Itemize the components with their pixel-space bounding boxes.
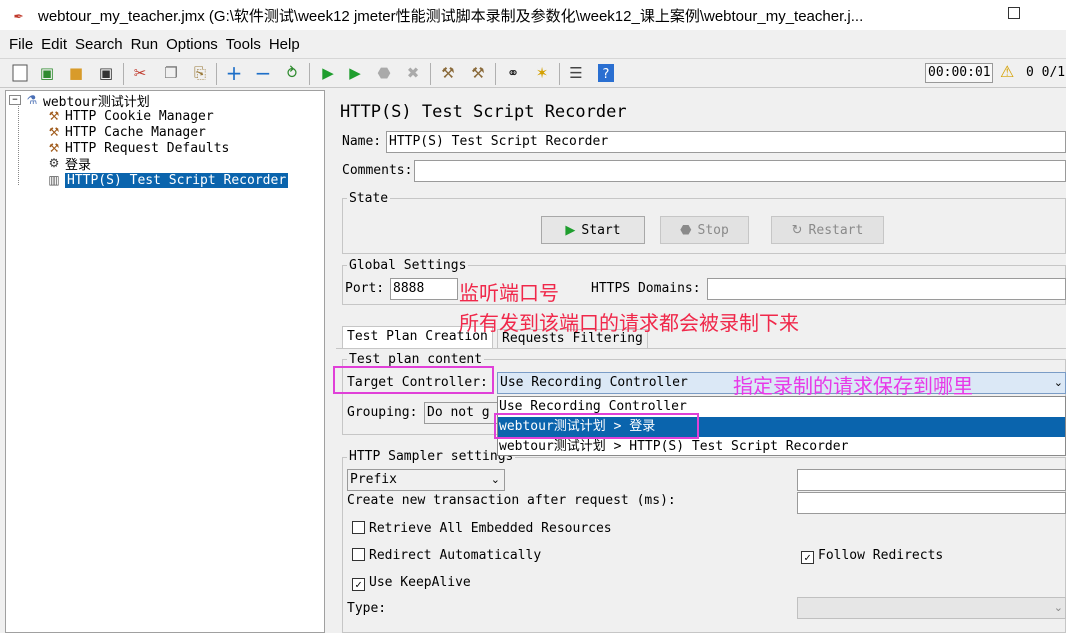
chevron-down-icon: ⌄ [1053,601,1063,614]
start-no-pause-icon[interactable]: ▶ [345,63,365,83]
type-label: Type: [347,601,387,616]
sampler-settings-label: HTTP Sampler settings [347,449,516,464]
warning-icon[interactable]: ⚠ [1000,62,1014,81]
test-plan-content-label: Test plan content [347,352,485,367]
checkbox-unchecked [352,521,365,534]
toolbar: ▣ ■ ▣ ✂ ❐ ⎘ + − ⥁ ▶ ▶ ⬣ ✖ ⚒ ⚒ ⚭ ✶ ☰ ? 00… [0,58,1066,88]
tree-item-recorder[interactable]: ▥ HTTP(S) Test Script Recorder [46,172,289,188]
clear-icon[interactable]: ⚒ [438,63,458,83]
checkbox-unchecked [352,548,365,561]
type-select[interactable]: ⌄ [797,597,1066,619]
follow-redirects-checkbox[interactable]: ✓ Follow Redirects [801,548,943,564]
elapsed-timer: 00:00:01 [925,63,993,83]
gear-icon: ⚙ [48,156,60,170]
tools-icon: ⚒ [48,109,60,123]
prefix-field[interactable] [797,469,1066,491]
grouping-select[interactable]: Do not g [424,402,498,424]
play-icon: ▶ [565,222,576,238]
save-icon[interactable]: ▣ [96,63,116,83]
https-domains-field[interactable] [707,278,1066,300]
tree-item-cache-manager[interactable]: ⚒ HTTP Cache Manager [46,124,206,140]
shutdown-icon[interactable]: ✖ [403,63,423,83]
copy-icon[interactable]: ❐ [161,63,181,83]
stop-icon: ⬣ [680,222,692,238]
chevron-down-icon: ⌄ [1053,376,1063,389]
port-label: Port: [345,281,385,296]
redirect-automatically-checkbox[interactable]: Redirect Automatically [352,548,541,563]
function-helper-icon[interactable]: ☰ [566,63,586,83]
splitter[interactable] [328,90,334,633]
tools-icon: ⚒ [48,125,60,139]
svg-text:?: ? [603,67,610,82]
clear-all-icon[interactable]: ⚒ [468,63,488,83]
jmeter-feather-icon: ✒ [14,6,24,24]
port-annotation: 监听端口号 [459,281,559,305]
menu-run[interactable]: Run [127,36,163,53]
menu-search[interactable]: Search [71,36,127,53]
search-icon[interactable]: ⚭ [503,63,523,83]
maximize-button[interactable] [1008,7,1020,19]
port-annotation-detail: 所有发到该端口的请求都会被录制下来 [459,311,799,335]
menu-bar: File Edit Search Run Options Tools Help [0,32,304,56]
menu-help[interactable]: Help [265,36,304,53]
reset-search-icon[interactable]: ✶ [532,63,552,83]
stop-icon[interactable]: ⬣ [374,63,394,83]
chevron-down-icon: ⌄ [490,473,500,486]
name-label: Name: [342,134,382,149]
name-field[interactable]: HTTP(S) Test Script Recorder [386,131,1066,153]
test-plan-tree: − ⚗ webtour测试计划 ⚒ HTTP Cookie Manager ⚒ … [5,90,325,633]
comments-label: Comments: [342,163,413,178]
templates-icon[interactable]: ▣ [37,63,57,83]
window-title: webtour_my_teacher.jmx (G:\软件测试\week12 j… [38,7,864,25]
tree-item-cookie-manager[interactable]: ⚒ HTTP Cookie Manager [46,108,214,124]
tree-item-login[interactable]: ⚙ 登录 [46,155,91,173]
menu-file[interactable]: File [0,36,37,53]
restart-icon: ↻ [791,222,803,238]
keepalive-checkbox[interactable]: ✓ Use KeepAlive [352,575,471,591]
grouping-label: Grouping: [347,405,418,420]
global-settings-label: Global Settings [347,258,469,273]
cut-icon[interactable]: ✂ [130,63,150,83]
menu-tools[interactable]: Tools [222,36,265,53]
open-icon[interactable]: ■ [66,63,86,83]
dropdown-option-recorder[interactable]: webtour测试计划 > HTTP(S) Test Script Record… [498,437,1065,457]
target-annotation: 指定录制的请求保存到哪里 [733,374,973,398]
panel-title: HTTP(S) Test Script Recorder [340,102,627,122]
prefix-select[interactable]: Prefix ⌄ [347,469,505,491]
menu-options[interactable]: Options [162,36,222,53]
menu-edit[interactable]: Edit [37,36,71,53]
check-icon: ✓ [801,551,814,564]
flask-icon: ⚗ [26,93,38,107]
help-icon[interactable]: ? [596,63,616,83]
thread-counts: 0 0/1 [1026,65,1066,80]
restart-button[interactable]: ↻ Restart [771,216,884,244]
recorder-icon: ▥ [48,173,60,187]
tree-root[interactable]: − ⚗ webtour测试计划 [9,92,150,110]
transaction-field[interactable] [797,492,1066,514]
https-domains-label: HTTPS Domains: [591,281,701,296]
new-icon[interactable] [10,63,30,83]
port-field[interactable]: 8888 [390,278,458,300]
target-controller-highlight [333,366,494,394]
paste-icon[interactable]: ⎘ [190,63,210,83]
toggle-icon[interactable]: ⥁ [282,63,302,83]
login-option-highlight [494,413,699,439]
check-icon: ✓ [352,578,365,591]
comments-field[interactable] [414,160,1066,182]
transaction-label: Create new transaction after request (ms… [347,493,676,508]
stop-button[interactable]: ⬣ Stop [660,216,749,244]
title-bar: ✒ webtour_my_teacher.jmx (G:\软件测试\week12… [0,0,1066,30]
expand-icon[interactable]: + [224,63,244,83]
retrieve-resources-checkbox[interactable]: Retrieve All Embedded Resources [352,521,612,536]
state-label: State [347,191,391,206]
start-button[interactable]: ▶ Start [541,216,645,244]
collapse-icon[interactable]: − [253,63,273,83]
tools-icon: ⚒ [48,141,60,155]
start-icon[interactable]: ▶ [318,63,338,83]
